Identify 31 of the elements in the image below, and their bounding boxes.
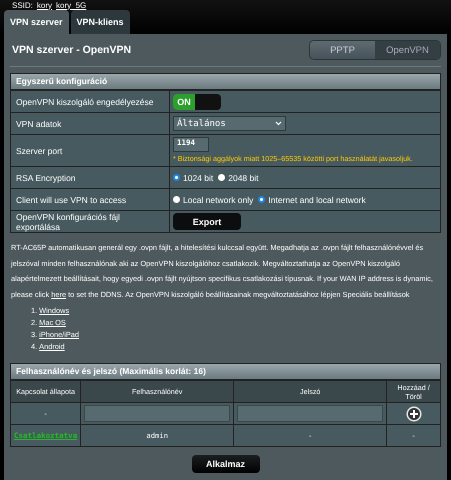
radio-option[interactable]: 2048 bit	[218, 172, 258, 182]
tab[interactable]: VPN-kliens	[70, 10, 130, 34]
setting-label: Client will use VPN to access	[10, 188, 170, 210]
section-header: Felhasználónév és jelszó (Maximális korlát: 16)	[10, 363, 441, 380]
radio-button[interactable]	[258, 196, 266, 203]
setting-label: VPN adatok	[10, 112, 170, 134]
vpn-details-select[interactable]: Általános	[173, 116, 286, 131]
export-button[interactable]: Export	[173, 213, 241, 230]
setting-label: OpenVPN kiszolgáló engedélyezése	[10, 90, 170, 112]
section-header: Egyszerű konfiguráció	[10, 73, 441, 90]
setting-label: Szerver port	[10, 134, 170, 166]
tab[interactable]: VPN szerver	[4, 10, 69, 34]
radio-button[interactable]	[173, 196, 180, 203]
ssid-link[interactable]: kory_5G	[56, 0, 86, 10]
radio-option[interactable]: Internet and local network	[258, 194, 366, 204]
ssid-link[interactable]: kory	[36, 0, 52, 10]
add-icon[interactable]	[406, 406, 422, 422]
setting-label: OpenVPN konfigurációs fájl exportálása	[10, 210, 170, 232]
input-field[interactable]	[237, 405, 384, 422]
page-title: VPN szerver - OpenVPN	[11, 44, 132, 56]
input-field[interactable]	[84, 405, 230, 422]
setting-label: RSA Encryption	[10, 166, 170, 188]
chevron-down-icon	[275, 121, 282, 126]
apply-button[interactable]: Alkalmaz	[192, 455, 260, 474]
radio-option[interactable]: 1024 bit	[173, 172, 214, 182]
mode-tab[interactable]: PPTP	[310, 41, 375, 59]
ssid-label: SSID:	[12, 0, 33, 10]
radio-button[interactable]	[218, 174, 226, 181]
mode-tab[interactable]: OpenVPN	[375, 41, 440, 59]
radio-button[interactable]	[173, 174, 180, 181]
radio-option[interactable]: Local network only	[173, 194, 254, 204]
